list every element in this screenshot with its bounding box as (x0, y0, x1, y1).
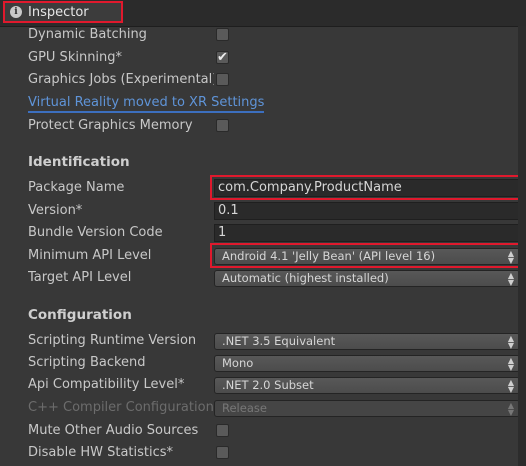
dropdown-arrows-icon: ▲ ▼ (507, 356, 514, 372)
dynamic-batching-row: Dynamic Batching (0, 24, 526, 46)
protect-graphics-memory-checkbox[interactable] (216, 119, 229, 132)
configuration-header: Configuration (28, 307, 132, 323)
package-name-field[interactable]: com.Company.ProductName (214, 179, 520, 197)
inspector-tab-bar: i Inspector (0, 0, 526, 27)
minimum-api-level-dropdown[interactable]: Android 4.1 'Jelly Bean' (API level 16) … (214, 248, 520, 265)
scripting-runtime-version-label: Scripting Runtime Version (28, 333, 197, 348)
package-name-row: Package Name com.Company.ProductName (0, 177, 526, 199)
target-api-level-dropdown[interactable]: Automatic (highest installed) ▲ ▼ (214, 270, 520, 287)
target-api-level-row: Target API Level Automatic (highest inst… (0, 267, 526, 289)
cpp-compiler-configuration-dropdown: Release ▲ ▼ (214, 400, 520, 417)
disable-hw-statistics-label: Disable HW Statistics* (28, 445, 174, 460)
disable-hw-statistics-row: Disable HW Statistics* (0, 442, 526, 464)
version-label: Version* (28, 203, 83, 218)
scripting-backend-value: Mono (222, 356, 254, 370)
mute-other-audio-sources-checkbox[interactable] (216, 424, 229, 437)
minimum-api-level-row: Minimum API Level Android 4.1 'Jelly Bea… (0, 245, 526, 267)
mute-other-audio-sources-label: Mute Other Audio Sources (28, 423, 199, 438)
bundle-version-code-label: Bundle Version Code (28, 225, 163, 240)
dropdown-arrows-icon: ▲ ▼ (507, 334, 514, 350)
api-compatibility-level-label: Api Compatibility Level* (28, 377, 185, 392)
gpu-skinning-checkbox[interactable]: ✔ (216, 51, 229, 64)
minimum-api-level-label: Minimum API Level (28, 248, 152, 263)
identification-header: Identification (28, 154, 130, 170)
scripting-backend-row: Scripting Backend Mono ▲ ▼ (0, 352, 526, 374)
dropdown-arrows-icon: ▲ ▼ (507, 271, 514, 287)
scripting-runtime-version-value: .NET 3.5 Equivalent (222, 334, 336, 348)
cpp-compiler-configuration-label: C++ Compiler Configuration (28, 400, 214, 415)
scripting-runtime-version-row: Scripting Runtime Version .NET 3.5 Equiv… (0, 330, 526, 352)
scripting-backend-label: Scripting Backend (28, 355, 146, 370)
api-compatibility-level-dropdown[interactable]: .NET 2.0 Subset ▲ ▼ (214, 377, 520, 394)
target-api-level-label: Target API Level (28, 270, 132, 285)
bundle-version-code-field[interactable]: 1 (214, 224, 520, 242)
xr-settings-link[interactable]: Virtual Reality moved to XR Settings (28, 95, 265, 113)
minimum-api-level-value: Android 4.1 'Jelly Bean' (API level 16) (222, 249, 436, 263)
dropdown-arrows-icon: ▲ ▼ (507, 401, 514, 417)
target-api-level-value: Automatic (highest installed) (222, 271, 389, 285)
inspector-tab[interactable]: i Inspector (3, 1, 123, 23)
version-field[interactable]: 0.1 (214, 202, 520, 220)
dynamic-batching-checkbox[interactable] (216, 28, 229, 41)
graphics-jobs-checkbox[interactable] (216, 73, 229, 86)
dropdown-arrows-icon: ▲ ▼ (507, 378, 514, 394)
graphics-jobs-label: Graphics Jobs (Experimental) (28, 72, 214, 87)
mute-other-audio-sources-row: Mute Other Audio Sources (0, 420, 526, 442)
disable-hw-statistics-checkbox[interactable] (216, 446, 229, 459)
protect-graphics-memory-label: Protect Graphics Memory (28, 118, 193, 133)
protect-graphics-memory-row: Protect Graphics Memory (0, 115, 526, 137)
api-compatibility-level-value: .NET 2.0 Subset (222, 378, 314, 392)
inspector-tab-title: Inspector (28, 4, 89, 20)
dynamic-batching-label: Dynamic Batching (28, 27, 147, 42)
version-row: Version* 0.1 (0, 200, 526, 222)
package-name-label: Package Name (28, 180, 125, 195)
api-compatibility-level-row: Api Compatibility Level* .NET 2.0 Subset… (0, 374, 526, 396)
inspector-scrollbar[interactable] (518, 26, 526, 466)
scripting-runtime-version-dropdown[interactable]: .NET 3.5 Equivalent ▲ ▼ (214, 333, 520, 350)
scripting-backend-dropdown[interactable]: Mono ▲ ▼ (214, 355, 520, 372)
cpp-compiler-configuration-value: Release (222, 401, 267, 415)
cpp-compiler-configuration-row: C++ Compiler Configuration Release ▲ ▼ (0, 397, 526, 419)
gpu-skinning-row: GPU Skinning* ✔ (0, 47, 526, 69)
bundle-version-code-row: Bundle Version Code 1 (0, 222, 526, 244)
info-icon: i (10, 6, 22, 18)
dropdown-arrows-icon: ▲ ▼ (507, 249, 514, 265)
graphics-jobs-row: Graphics Jobs (Experimental) (0, 69, 526, 91)
gpu-skinning-label: GPU Skinning* (28, 50, 123, 65)
